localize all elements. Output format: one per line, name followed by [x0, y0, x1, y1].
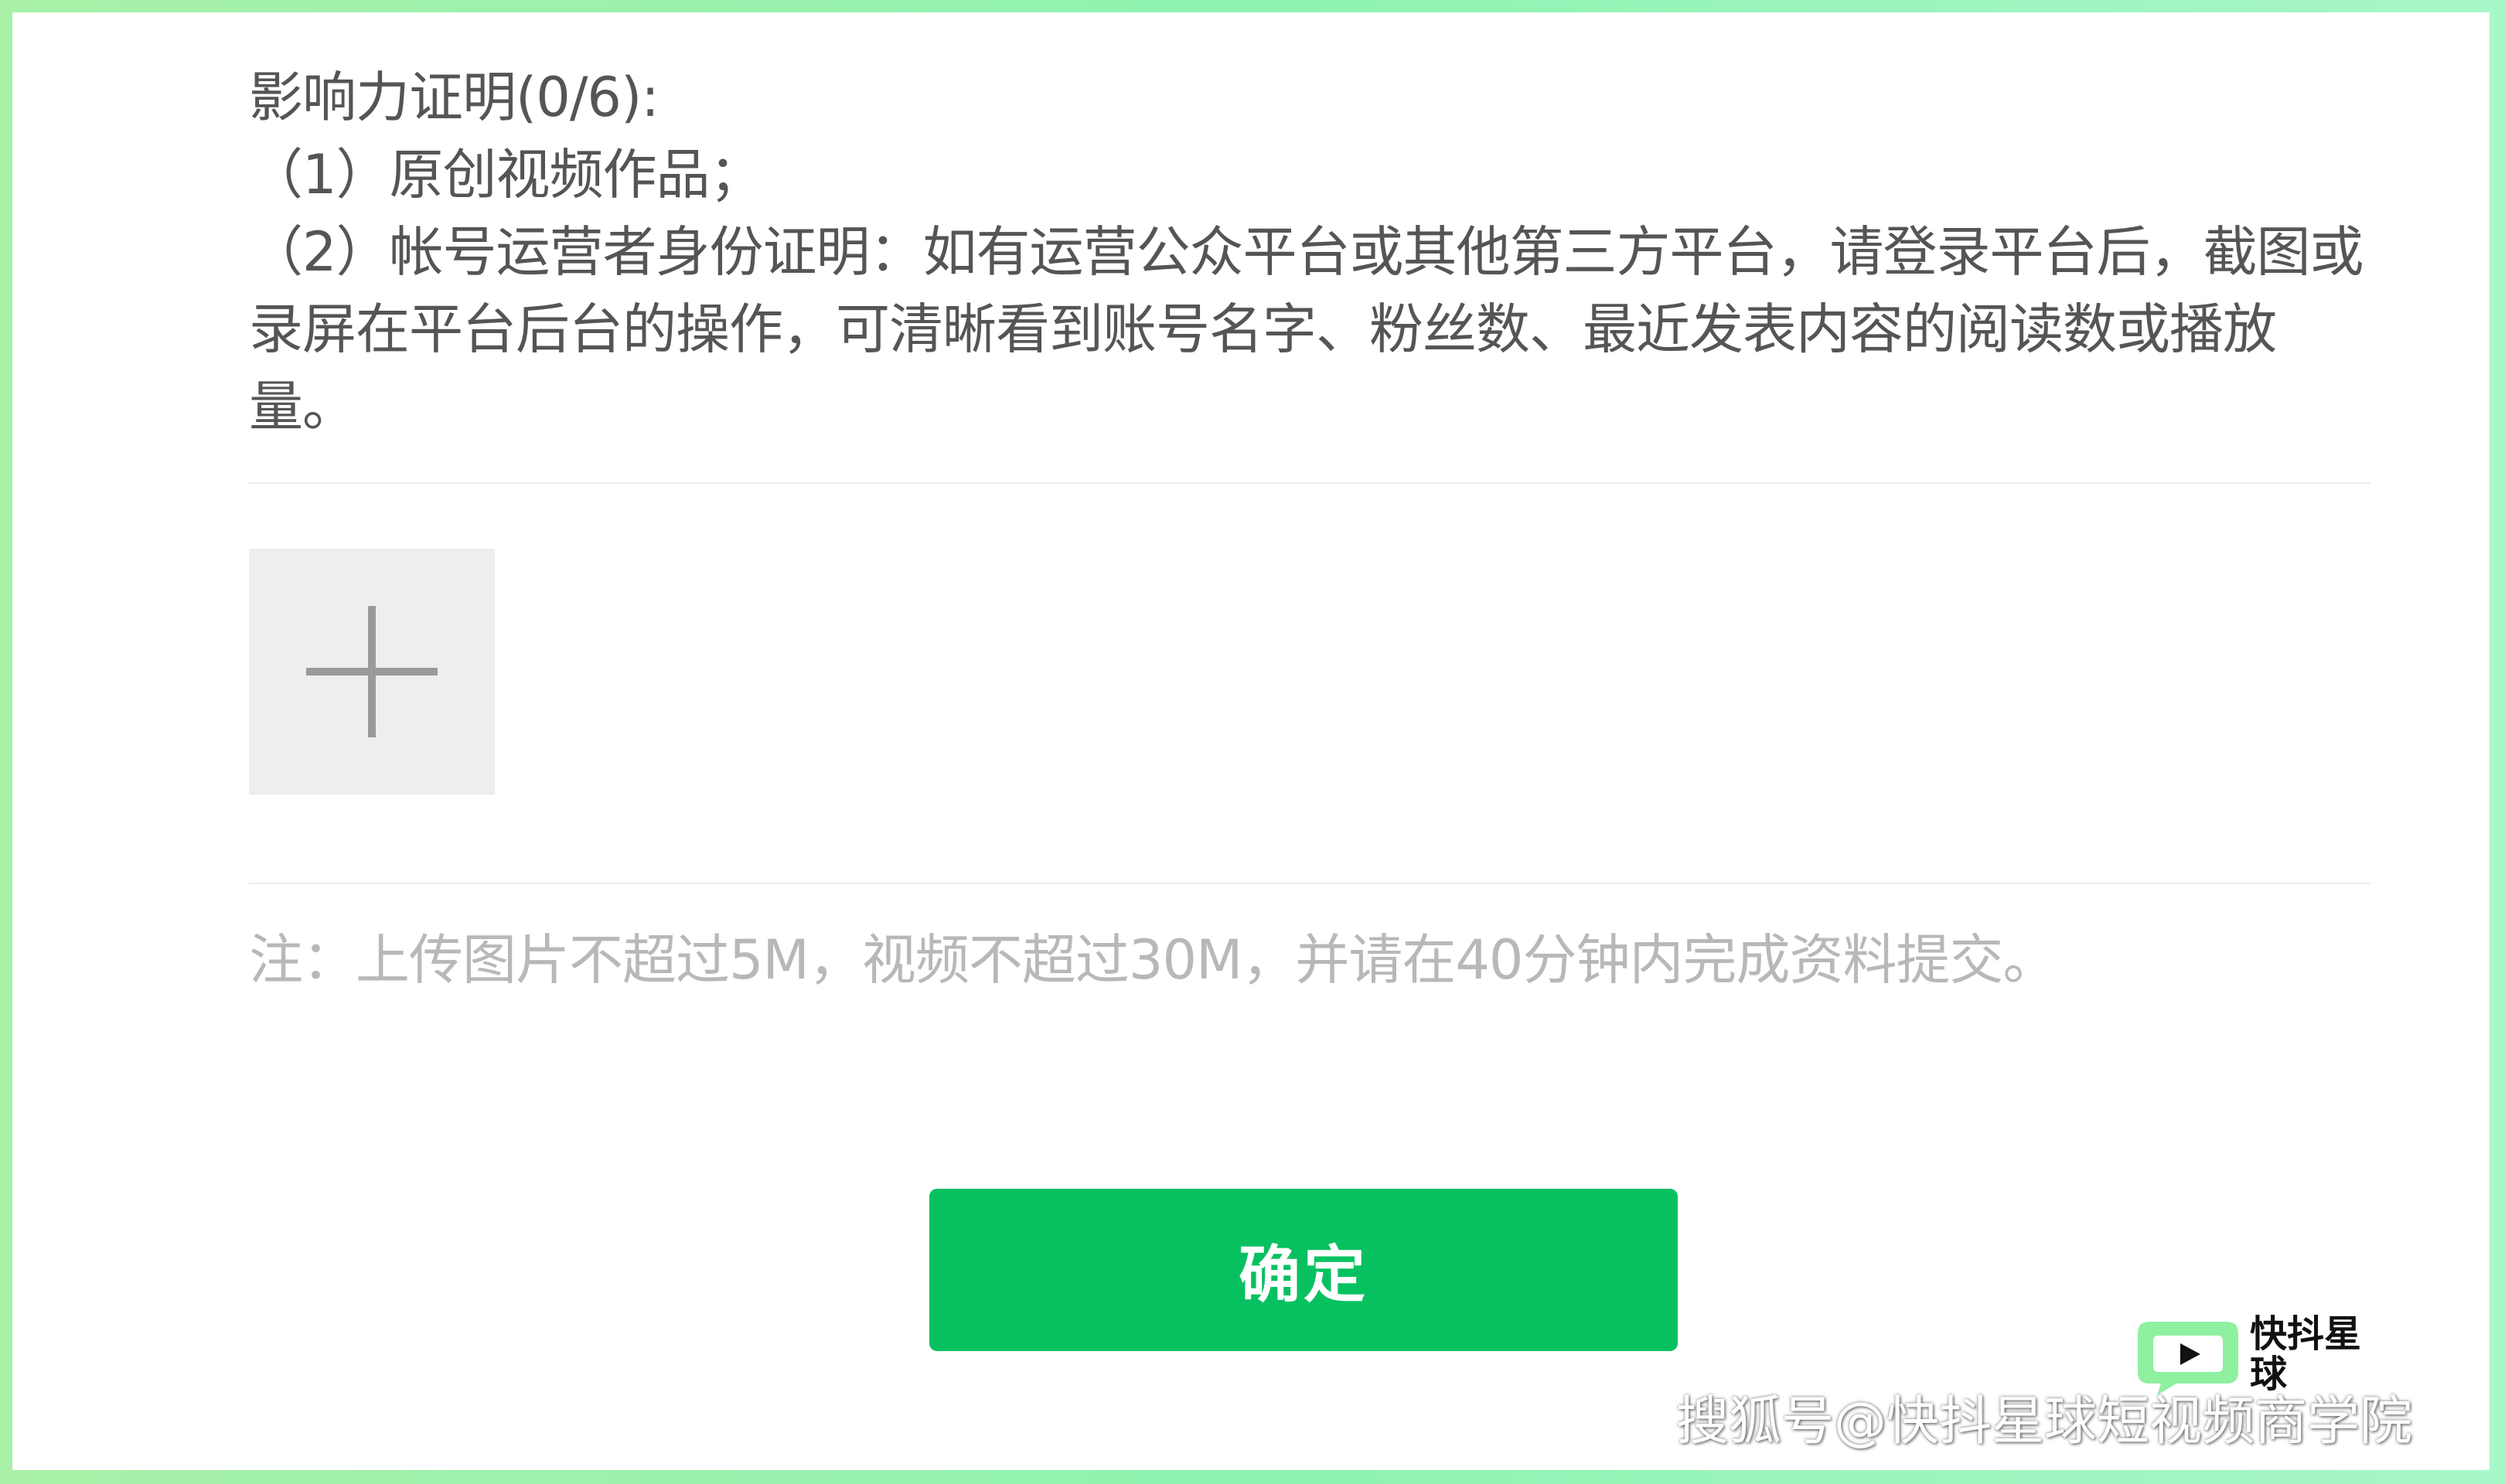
play-bubble-icon — [2138, 1322, 2238, 1395]
upload-note: 注：上传图片不超过5M，视频不超过30M，并请在40分钟内完成资料提交。 — [249, 928, 2057, 992]
proof-item-2: （2）帐号运营者身份证明：如有运营公众平台或其他第三方平台，请登录平台后，截图或… — [249, 220, 2364, 438]
divider-bottom — [249, 883, 2370, 884]
watermark-logo-text: 快抖星球 — [2250, 1312, 2362, 1396]
upload-area — [249, 484, 2370, 883]
add-media-button[interactable] — [249, 549, 495, 795]
proof-heading: 影响力证明(0/6): — [249, 66, 659, 129]
form-content: 影响力证明(0/6): （1）原创视频作品； （2）帐号运营者身份证明：如有运营… — [249, 59, 2370, 1053]
proof-item-1: （1）原创视频作品； — [249, 143, 764, 206]
watermark-text: 搜狐号@快抖星球短视频商学院 — [1675, 1391, 2412, 1452]
confirm-button[interactable]: 确定 — [929, 1189, 1678, 1351]
watermark: 快抖星球 搜狐号@快抖星球短视频商学院 — [1676, 1312, 2412, 1453]
proof-instructions: 影响力证明(0/6): （1）原创视频作品； （2）帐号运营者身份证明：如有运营… — [249, 59, 2370, 445]
dialog-panel: 影响力证明(0/6): （1）原创视频作品； （2）帐号运营者身份证明：如有运营… — [12, 12, 2490, 1470]
